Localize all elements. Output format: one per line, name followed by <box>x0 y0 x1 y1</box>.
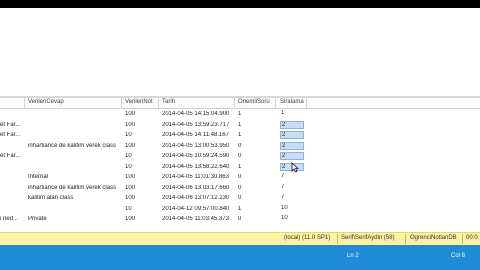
table-row[interactable]: Internal 100 2014-04-05 11:01:30.863 0 7 <box>0 172 480 183</box>
column-header-siralama[interactable]: Siralama <box>280 99 304 105</box>
cell-onemlisoru[interactable]: 0 <box>238 153 270 159</box>
title-bar <box>0 0 480 8</box>
column-header-tarih[interactable]: Tarih <box>162 99 175 105</box>
query-editor[interactable] <box>0 8 480 96</box>
table-row[interactable]: 10 2014-04-05 13:58:22.640 1 2 <box>0 162 480 173</box>
cell-onemlisoru[interactable]: 0 <box>238 195 270 201</box>
cell-siralama[interactable]: 1 <box>280 110 304 118</box>
cell-verilennot[interactable]: 10 <box>125 132 157 138</box>
column-divider[interactable] <box>275 98 276 108</box>
editor-status-bar: Ln 2 Col 8 <box>0 245 480 270</box>
column-divider[interactable] <box>158 98 159 108</box>
column-header-verilennot[interactable]: VerilenNot <box>125 99 153 105</box>
cell-prefix[interactable]: i ned... <box>0 216 23 222</box>
status-database: OgrenciNotlariDB <box>410 235 457 241</box>
cell-siralama-selected[interactable]: 2 <box>280 120 304 129</box>
cell-onemlisoru[interactable]: 0 <box>238 174 270 180</box>
cell-onemlisoru[interactable]: 1 <box>238 122 270 128</box>
cell-verilennot[interactable]: 100 <box>125 185 157 191</box>
cell-siralama[interactable]: 7 <box>280 173 304 181</box>
grid-header: VerilenCevap VerilenNot Tarih OnemliSoru… <box>0 98 480 109</box>
cell-prefix[interactable]: et Far... <box>0 153 23 159</box>
table-row[interactable]: 100 2014-04-05 14:15:04.900 1 1 <box>0 109 480 120</box>
column-divider[interactable] <box>306 98 307 108</box>
cell-onemlisoru[interactable]: 0 <box>238 185 270 191</box>
status-server: (local) (11.0 SP1) <box>284 235 331 241</box>
column-divider[interactable] <box>121 98 122 108</box>
cell-siralama-selected[interactable]: 2 <box>280 152 304 160</box>
cell-verilencevap[interactable]: inhartiance de kalitim verek class <box>28 143 120 149</box>
status-divider <box>462 234 463 244</box>
cell-verilennot[interactable]: 100 <box>125 111 157 117</box>
cell-onemlisoru[interactable]: 1 <box>238 111 270 117</box>
cell-verilencevap[interactable]: inhartiance de kalitim verek class <box>28 185 120 191</box>
cell-siralama[interactable]: 10 <box>280 215 304 223</box>
cell-tarih[interactable]: 2014-04-05 14:11:48.167 <box>162 132 234 138</box>
cell-verilennot[interactable]: 100 <box>125 195 157 201</box>
table-row[interactable]: et Far... 100 2014-04-05 13:59:23.717 1 … <box>0 120 480 131</box>
cell-siralama-selected[interactable]: 2 <box>280 141 304 150</box>
cell-verilencevap[interactable]: kalitim alan class <box>28 195 120 201</box>
cell-verilennot[interactable]: 10 <box>125 206 157 212</box>
status-divider <box>337 234 338 244</box>
cell-onemlisoru[interactable]: 1 <box>238 132 270 138</box>
cell-onemlisoru[interactable]: 1 <box>238 164 270 170</box>
column-header-onemlisoru[interactable]: OnemliSoru <box>238 99 270 105</box>
cell-siralama[interactable]: 7 <box>280 194 304 202</box>
cell-tarih[interactable]: 2014-04-05 11:01:30.863 <box>162 174 234 180</box>
cell-tarih[interactable]: 2014-04-05 13:59:23.717 <box>162 122 234 128</box>
table-row[interactable]: inhartiance de kalitim verek class 100 2… <box>0 141 480 152</box>
cell-siralama[interactable]: 7 <box>280 184 304 192</box>
mouse-cursor-icon <box>291 162 299 173</box>
cell-verilennot[interactable]: 100 <box>125 122 157 128</box>
status-divider <box>405 234 406 244</box>
cell-verilennot[interactable]: 100 <box>125 216 157 222</box>
cell-prefix[interactable]: et Far... <box>0 132 23 138</box>
cell-onemlisoru[interactable]: 1 <box>238 206 270 212</box>
column-indicator: Col 8 <box>451 253 466 259</box>
cell-tarih[interactable]: 2014-04-05 11:03:45.373 <box>162 216 234 222</box>
table-row[interactable]: et Far... 10 2014-04-05 14:11:48.167 1 2 <box>0 130 480 141</box>
cell-verilencevap[interactable]: Internal <box>28 174 120 180</box>
cell-onemlisoru[interactable]: 0 <box>238 216 270 222</box>
cell-tarih[interactable]: 2014-04-05 10:59:24.590 <box>162 153 234 159</box>
column-divider[interactable] <box>24 98 25 108</box>
cell-prefix[interactable]: et Far... <box>0 122 23 128</box>
table-row[interactable]: kalitim alan class 100 2014-04-06 13:07:… <box>0 193 480 204</box>
table-row[interactable]: inhartiance de kalitim verek class 100 2… <box>0 183 480 194</box>
cell-verilennot[interactable]: 100 <box>125 174 157 180</box>
cell-onemlisoru[interactable]: 0 <box>238 143 270 149</box>
results-grid[interactable]: VerilenCevap VerilenNot Tarih OnemliSoru… <box>0 98 480 232</box>
cell-tarih[interactable]: 2014-04-12 09:57:00.840 <box>162 206 234 212</box>
cell-siralama-selected[interactable]: 2 <box>280 131 304 139</box>
cell-verilennot[interactable]: 10 <box>125 164 157 170</box>
column-divider[interactable] <box>234 98 235 108</box>
status-time: 00:0 <box>466 235 478 241</box>
cell-tarih[interactable]: 2014-04-06 13:07:12.230 <box>162 195 234 201</box>
cell-tarih[interactable]: 2014-04-06 13:03:17.660 <box>162 185 234 191</box>
cell-tarih[interactable]: 2014-04-05 13:00:53.950 <box>162 143 234 149</box>
cell-tarih[interactable]: 2014-04-05 14:15:04.900 <box>162 111 234 117</box>
status-bar: (local) (11.0 SP1) Serif\SerifAydin (58)… <box>0 232 480 245</box>
cell-verilencevap[interactable]: Private <box>28 216 120 222</box>
cell-verilennot[interactable]: 100 <box>125 143 157 149</box>
cell-tarih[interactable]: 2014-04-05 13:58:22.640 <box>162 164 234 170</box>
line-indicator: Ln 2 <box>347 253 359 259</box>
table-row[interactable]: i ned... Private 100 2014-04-05 11:03:45… <box>0 214 480 225</box>
status-user: Serif\SerifAydin (58) <box>341 235 395 241</box>
table-row[interactable]: et Far... 10 2014-04-05 10:59:24.590 0 2 <box>0 151 480 162</box>
cell-verilennot[interactable]: 10 <box>125 153 157 159</box>
cell-siralama[interactable]: 10 <box>280 205 304 213</box>
table-row[interactable]: 10 2014-04-12 09:57:00.840 1 10 <box>0 204 480 215</box>
column-header-verilencevap[interactable]: VerilenCevap <box>28 99 64 105</box>
